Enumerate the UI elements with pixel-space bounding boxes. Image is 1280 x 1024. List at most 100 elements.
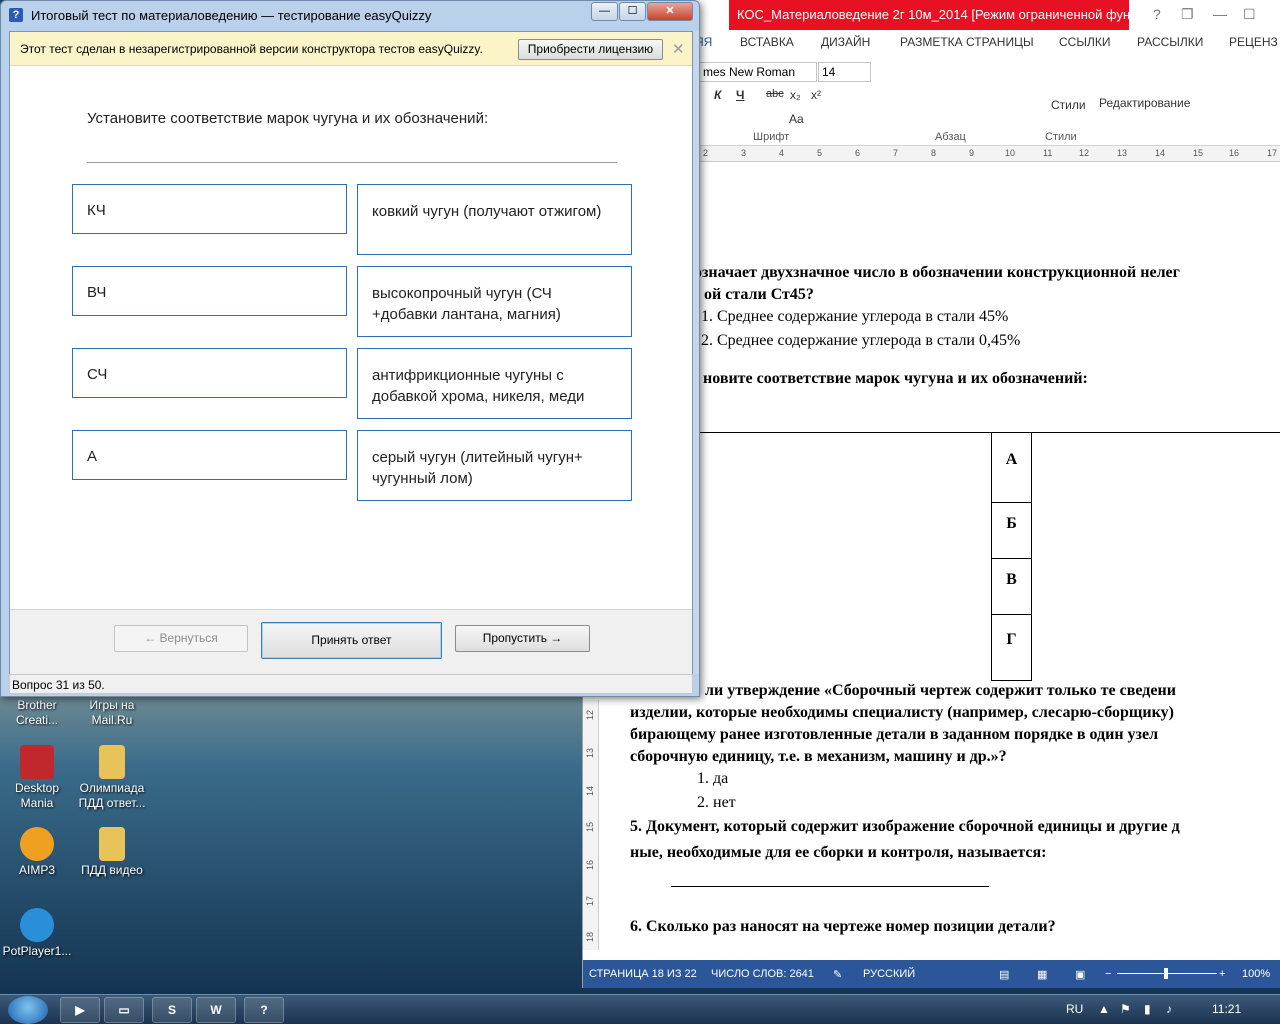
back-button[interactable]: ← Вернуться bbox=[114, 625, 248, 652]
desktop-icon-label: PotPlayer1... bbox=[2, 944, 72, 958]
doc-table: А Б В Г bbox=[699, 432, 1280, 681]
desktop-icon-aimp3[interactable]: AIMP3 bbox=[2, 827, 72, 878]
page-count[interactable]: СТРАНИЦА 18 ИЗ 22 bbox=[589, 968, 697, 980]
skip-button[interactable]: Пропустить → bbox=[455, 625, 590, 652]
desktop-icon-desktop-mania[interactable]: Desktop Mania bbox=[2, 745, 72, 811]
taskbar-word[interactable]: W bbox=[196, 997, 236, 1023]
question-text: Установите соответствие марок чугуна и и… bbox=[87, 110, 489, 127]
volume-icon[interactable]: ♪ bbox=[1166, 1002, 1172, 1016]
doc-text: 5. Документ, который содержит изображени… bbox=[630, 818, 1180, 835]
doc-text: 6. Сколько раз наносят на чертеже номер … bbox=[630, 918, 1056, 935]
desktop-icon-olympiad-folder[interactable]: Олимпиада ПДД ответ... bbox=[77, 745, 147, 811]
styles-button[interactable]: Стили bbox=[1051, 98, 1086, 112]
quiz-content: Этот тест сделан в незарегистрированной … bbox=[9, 31, 693, 675]
subscript-button[interactable]: x₂ bbox=[790, 88, 801, 102]
accept-answer-button[interactable]: Принять ответ bbox=[261, 622, 442, 659]
language[interactable]: РУССКИЙ bbox=[863, 968, 915, 980]
match-right-item[interactable]: антифрикционные чугуны с добавкой хрома,… bbox=[357, 348, 632, 419]
tab-mailings[interactable]: РАССЫЛКИ bbox=[1137, 35, 1203, 49]
help-icon: ? bbox=[9, 8, 23, 22]
taskbar-media-player[interactable]: ▶ bbox=[60, 997, 100, 1023]
flag-icon[interactable]: ⚑ bbox=[1120, 1002, 1131, 1016]
word-statusbar: СТРАНИЦА 18 ИЗ 22 ЧИСЛО СЛОВ: 2641 ✎ РУС… bbox=[583, 960, 1280, 988]
desktop-icon-pdd-video[interactable]: ПДД видео bbox=[77, 827, 147, 878]
match-left-item[interactable]: А bbox=[72, 430, 347, 480]
match-left-item[interactable]: СЧ bbox=[72, 348, 347, 398]
minimize-button[interactable]: — bbox=[591, 2, 618, 21]
underline-button[interactable]: Ч bbox=[736, 88, 744, 102]
ruler-tick: 7 bbox=[893, 148, 899, 158]
strikethrough-button[interactable]: abc bbox=[766, 88, 784, 100]
editing-button[interactable]: Редактирование bbox=[1099, 96, 1190, 110]
desktop-icon-label: Игры на Mail.Ru bbox=[89, 698, 135, 727]
tab-review[interactable]: РЕЦЕНЗ bbox=[1229, 35, 1278, 49]
divider bbox=[87, 162, 617, 163]
ruler-tick: 18 bbox=[585, 931, 596, 943]
desktop-icon-brother[interactable]: Brother Creati... bbox=[2, 698, 72, 728]
document-page[interactable]: означает двухзначное число в обозначении… bbox=[599, 162, 1280, 960]
web-layout-icon[interactable]: ▣ bbox=[1075, 968, 1085, 981]
italic-button[interactable]: К bbox=[714, 88, 721, 102]
maximize-button[interactable]: ☐ bbox=[619, 2, 646, 21]
ruler-tick: 16 bbox=[585, 859, 596, 871]
proofing-icon[interactable]: ✎ bbox=[833, 968, 842, 981]
doc-text: 2. Среднее содержание углерода в стали 0… bbox=[701, 332, 1021, 349]
desktop-icon-mailru-games[interactable]: Игры на Mail.Ru bbox=[77, 698, 147, 728]
taskbar-skype[interactable]: S bbox=[152, 997, 192, 1023]
read-mode-icon[interactable]: ▤ bbox=[999, 968, 1009, 981]
button-bar: ← Вернуться Принять ответ Пропустить → bbox=[10, 609, 692, 675]
zoom-out-icon[interactable]: − bbox=[1105, 968, 1111, 980]
minimize-icon[interactable]: — bbox=[1213, 6, 1227, 22]
unregistered-notice: Этот тест сделан в незарегистрированной … bbox=[10, 32, 692, 66]
ribbon-display-icon[interactable]: ❐ bbox=[1181, 6, 1194, 23]
doc-text: ой стали Ст45? bbox=[704, 286, 814, 303]
doc-text: ли утверждение «Сборочный чертеж содержи… bbox=[705, 682, 1176, 699]
show-hidden-icons[interactable]: ▲ bbox=[1098, 1002, 1110, 1016]
language-indicator[interactable]: RU bbox=[1066, 1002, 1083, 1016]
font-size-select[interactable]: 14 bbox=[818, 62, 871, 82]
match-right-item[interactable]: ковкий чугун (получают отжигом) bbox=[357, 184, 632, 255]
ruler-tick: 12 bbox=[1079, 148, 1090, 158]
tab-references[interactable]: ССЫЛКИ bbox=[1059, 35, 1110, 49]
close-notice-icon[interactable]: ✕ bbox=[672, 40, 685, 58]
ruler-tick: 3 bbox=[741, 148, 747, 158]
clock[interactable]: 11:21 bbox=[1212, 1002, 1241, 1016]
desktop-icon-potplayer[interactable]: PotPlayer1... bbox=[2, 908, 72, 959]
zoom-level[interactable]: 100% bbox=[1242, 968, 1270, 980]
close-button[interactable]: ✕ bbox=[647, 2, 693, 21]
start-button[interactable] bbox=[8, 996, 48, 1024]
print-layout-icon[interactable]: ▦ bbox=[1037, 968, 1047, 981]
aimp-icon bbox=[20, 827, 54, 861]
desktop-icon-label: AIMP3 bbox=[18, 863, 55, 877]
word-count[interactable]: ЧИСЛО СЛОВ: 2641 bbox=[711, 968, 814, 980]
tab-insert[interactable]: ВСТАВКА bbox=[740, 35, 794, 49]
match-left-item[interactable]: ВЧ bbox=[72, 266, 347, 316]
quiz-titlebar[interactable]: ? Итоговый тест по материаловедению — те… bbox=[1, 1, 699, 29]
match-right-item[interactable]: серый чугун (литейный чугун+ чугунный ло… bbox=[357, 430, 632, 501]
word-title: КОС_Материаловедение 2г 10м_2014 [Режим … bbox=[729, 0, 1129, 30]
ruler-tick: 6 bbox=[855, 148, 861, 158]
tab-layout[interactable]: РАЗМЕТКА СТРАНИЦЫ bbox=[900, 35, 1034, 49]
taskbar-explorer[interactable]: ▭ bbox=[104, 997, 144, 1023]
desktop-icon-label: Desktop Mania bbox=[14, 781, 60, 810]
zoom-in-icon[interactable]: + bbox=[1219, 968, 1225, 980]
network-icon[interactable]: ▮ bbox=[1144, 1002, 1151, 1016]
help-icon[interactable]: ? bbox=[1153, 6, 1161, 22]
ruler-tick: 15 bbox=[585, 821, 596, 833]
scrollbar[interactable] bbox=[693, 31, 699, 674]
superscript-button[interactable]: x² bbox=[811, 88, 821, 102]
match-left-item[interactable]: КЧ bbox=[72, 184, 347, 234]
change-case-button[interactable]: Aa bbox=[789, 112, 804, 126]
vertical-ruler[interactable]: 12 13 14 15 16 17 18 bbox=[583, 700, 599, 950]
tab-design[interactable]: ДИЗАЙН bbox=[821, 35, 870, 49]
zoom-slider-thumb[interactable] bbox=[1164, 968, 1168, 979]
match-right-item[interactable]: высокопрочный чугун (СЧ +добавки лантана… bbox=[357, 266, 632, 337]
ruler-tick: 10 bbox=[1005, 148, 1016, 158]
font-name-select[interactable]: mes New Roman bbox=[699, 62, 817, 82]
group-styles-label: Стили bbox=[1045, 131, 1077, 143]
notice-text: Этот тест сделан в незарегистрированной … bbox=[20, 42, 483, 56]
taskbar-easyquizzy[interactable]: ? bbox=[244, 997, 284, 1023]
buy-license-button[interactable]: Приобрести лицензию bbox=[518, 39, 663, 60]
desktop-mania-icon bbox=[20, 745, 54, 779]
maximize-icon[interactable]: ☐ bbox=[1243, 6, 1256, 23]
